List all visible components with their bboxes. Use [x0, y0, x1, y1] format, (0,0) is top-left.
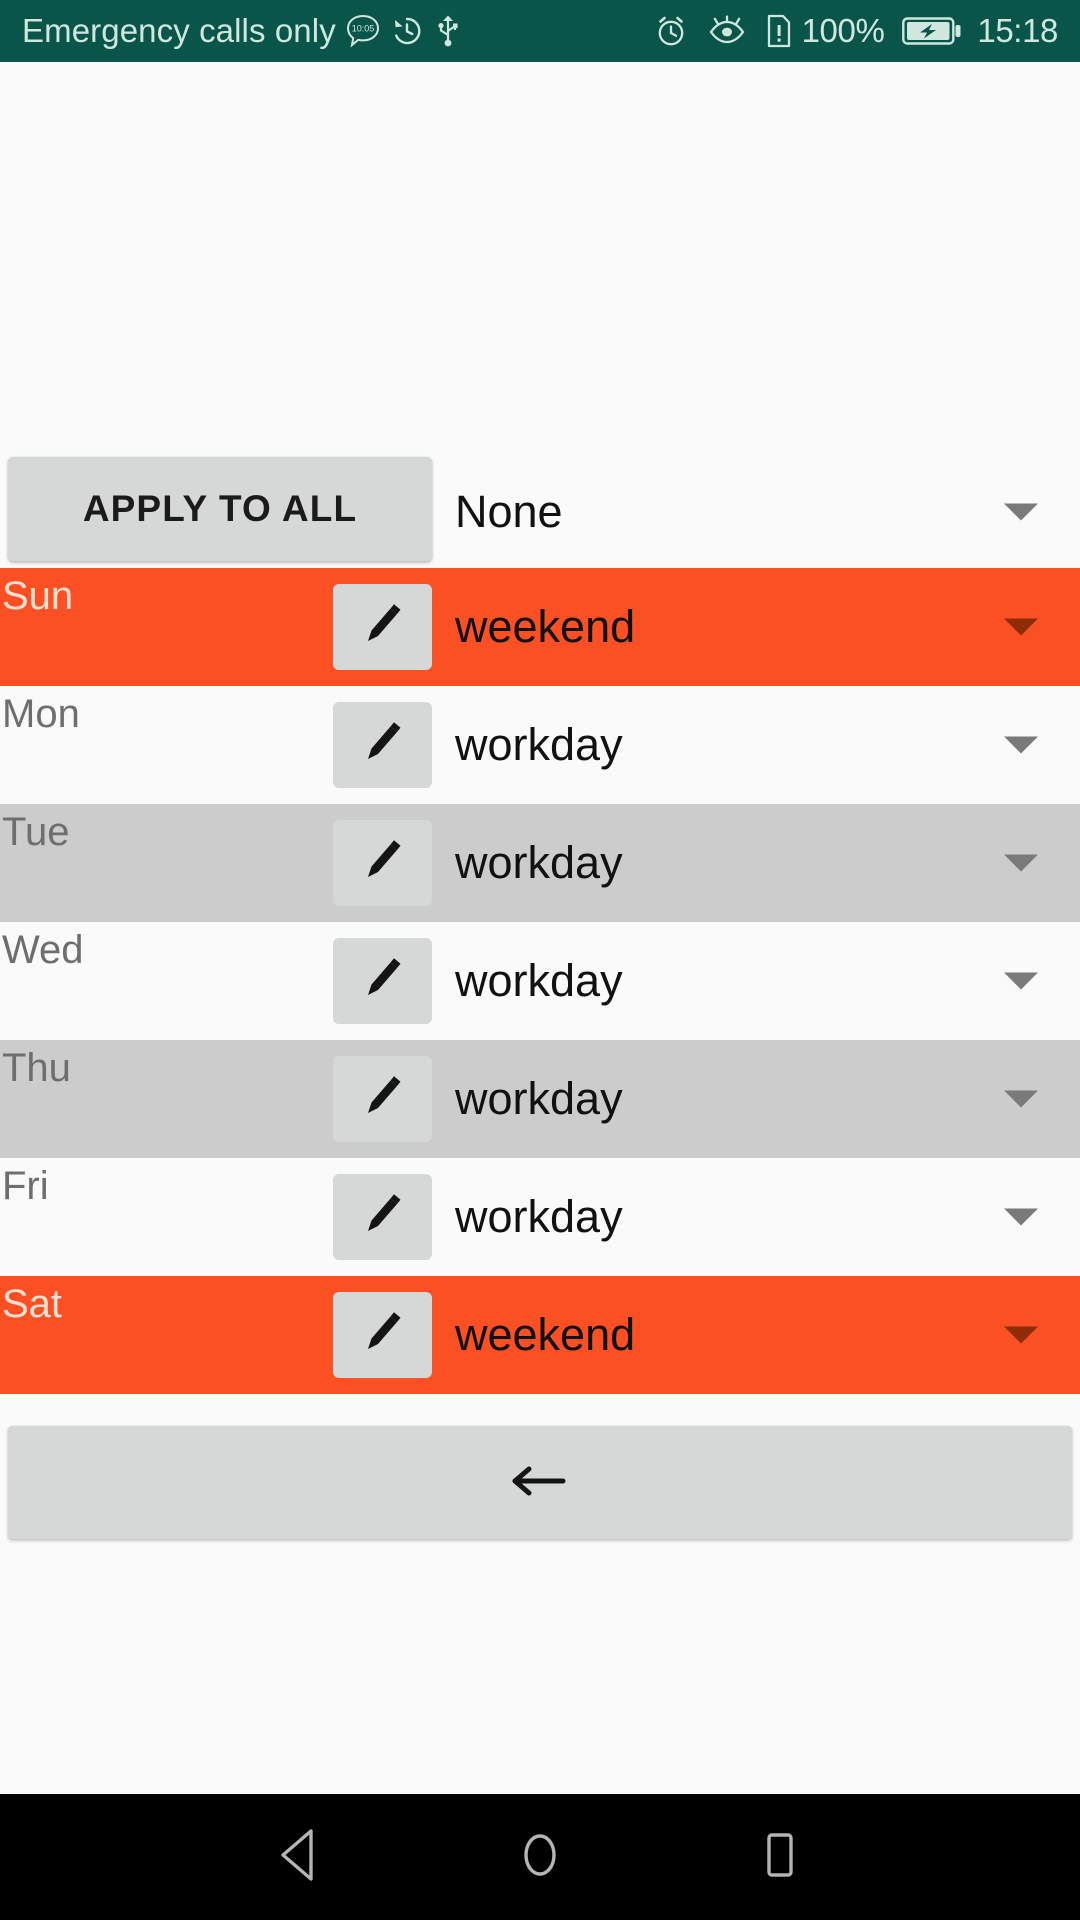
pencil-icon [357, 600, 409, 655]
day-type-value: weekend [455, 1309, 636, 1360]
day-type-value: workday [455, 955, 623, 1006]
day-label: Wed [2, 928, 84, 972]
eye-comfort-icon [707, 14, 747, 48]
status-bar-right: 100% 15:18 [644, 12, 1058, 50]
edit-day-button[interactable] [333, 1174, 432, 1260]
message-bubble-icon: 10:05 [345, 13, 381, 49]
day-type-spinner[interactable]: workday [455, 804, 1080, 922]
battery-percent-label: 100% [801, 12, 885, 49]
day-row-wed: Wed workday [0, 922, 1080, 1040]
pencil-icon [357, 1072, 409, 1127]
day-type-value: workday [455, 1191, 623, 1242]
bottom-area [0, 1394, 1080, 1794]
day-label: Thu [2, 1046, 71, 1090]
day-type-spinner[interactable]: weekend [455, 1276, 1080, 1394]
pencil-icon [357, 718, 409, 773]
chevron-down-icon [1004, 618, 1038, 636]
day-type-spinner[interactable]: workday [455, 1158, 1080, 1276]
chevron-down-icon [1004, 854, 1038, 872]
day-row-sat: Sat weekend [0, 1276, 1080, 1394]
status-bar-clock: 15:18 [977, 12, 1058, 49]
pencil-icon [357, 954, 409, 1009]
day-list: Sun weekend Mon workday Tue workday Wed … [0, 568, 1080, 1394]
edit-day-button[interactable] [333, 584, 432, 670]
day-row-mon: Mon workday [0, 686, 1080, 804]
chevron-down-icon [1004, 972, 1038, 990]
apply-to-all-spinner-value: None [455, 485, 563, 537]
back-button[interactable] [8, 1426, 1072, 1539]
day-row-fri: Fri workday [0, 1158, 1080, 1276]
chevron-down-icon [1004, 503, 1038, 520]
pencil-icon [357, 1308, 409, 1363]
chevron-down-icon [1004, 1326, 1038, 1344]
chevron-down-icon [1004, 1090, 1038, 1108]
nav-back-button[interactable] [240, 1794, 360, 1920]
day-row-sun: Sun weekend [0, 568, 1080, 686]
nav-home-button[interactable] [480, 1794, 600, 1920]
battery-charging-icon [902, 15, 962, 47]
usb-icon [433, 14, 463, 48]
apply-to-all-spinner[interactable]: None [455, 455, 1080, 568]
edit-day-button[interactable] [333, 820, 432, 906]
history-clock-icon [390, 14, 424, 48]
day-label: Fri [2, 1164, 49, 1208]
chevron-down-icon [1004, 1208, 1038, 1226]
edit-day-button[interactable] [333, 1056, 432, 1142]
status-bar: Emergency calls only 10:05 100% 15:18 [0, 0, 1080, 62]
pencil-icon [357, 836, 409, 891]
square-recents-icon [753, 1826, 807, 1889]
circle-home-icon [513, 1826, 567, 1889]
day-row-thu: Thu workday [0, 1040, 1080, 1158]
day-type-spinner[interactable]: weekend [455, 568, 1080, 686]
chevron-down-icon [1004, 736, 1038, 754]
day-type-value: workday [455, 719, 623, 770]
sim-alert-icon [765, 13, 793, 49]
day-row-tue: Tue workday [0, 804, 1080, 922]
android-navigation-bar [0, 1794, 1080, 1920]
edit-day-button[interactable] [333, 702, 432, 788]
apply-to-all-row: APPLY TO ALL None [0, 455, 1080, 568]
triangle-back-icon [273, 1826, 327, 1889]
day-type-value: workday [455, 837, 623, 888]
day-type-spinner[interactable]: workday [455, 922, 1080, 1040]
alarm-clock-icon [653, 13, 689, 49]
status-bar-left: Emergency calls only 10:05 [22, 12, 644, 50]
day-type-value: workday [455, 1073, 623, 1124]
day-type-value: weekend [455, 601, 636, 652]
main-content: APPLY TO ALL None Sun weekend Mon workda… [0, 62, 1080, 1794]
svg-text:10:05: 10:05 [352, 24, 375, 34]
top-spacer [0, 62, 1080, 455]
nav-recents-button[interactable] [720, 1794, 840, 1920]
day-label: Sun [2, 574, 74, 618]
day-label: Tue [2, 810, 70, 854]
day-type-spinner[interactable]: workday [455, 686, 1080, 804]
apply-to-all-button[interactable]: APPLY TO ALL [8, 457, 432, 561]
day-label: Mon [2, 692, 80, 736]
day-label: Sat [2, 1282, 63, 1326]
day-type-spinner[interactable]: workday [455, 1040, 1080, 1158]
pencil-icon [357, 1190, 409, 1245]
edit-day-button[interactable] [333, 1292, 432, 1378]
carrier-label: Emergency calls only [22, 12, 336, 49]
arrow-left-icon [509, 1459, 571, 1506]
edit-day-button[interactable] [333, 938, 432, 1024]
